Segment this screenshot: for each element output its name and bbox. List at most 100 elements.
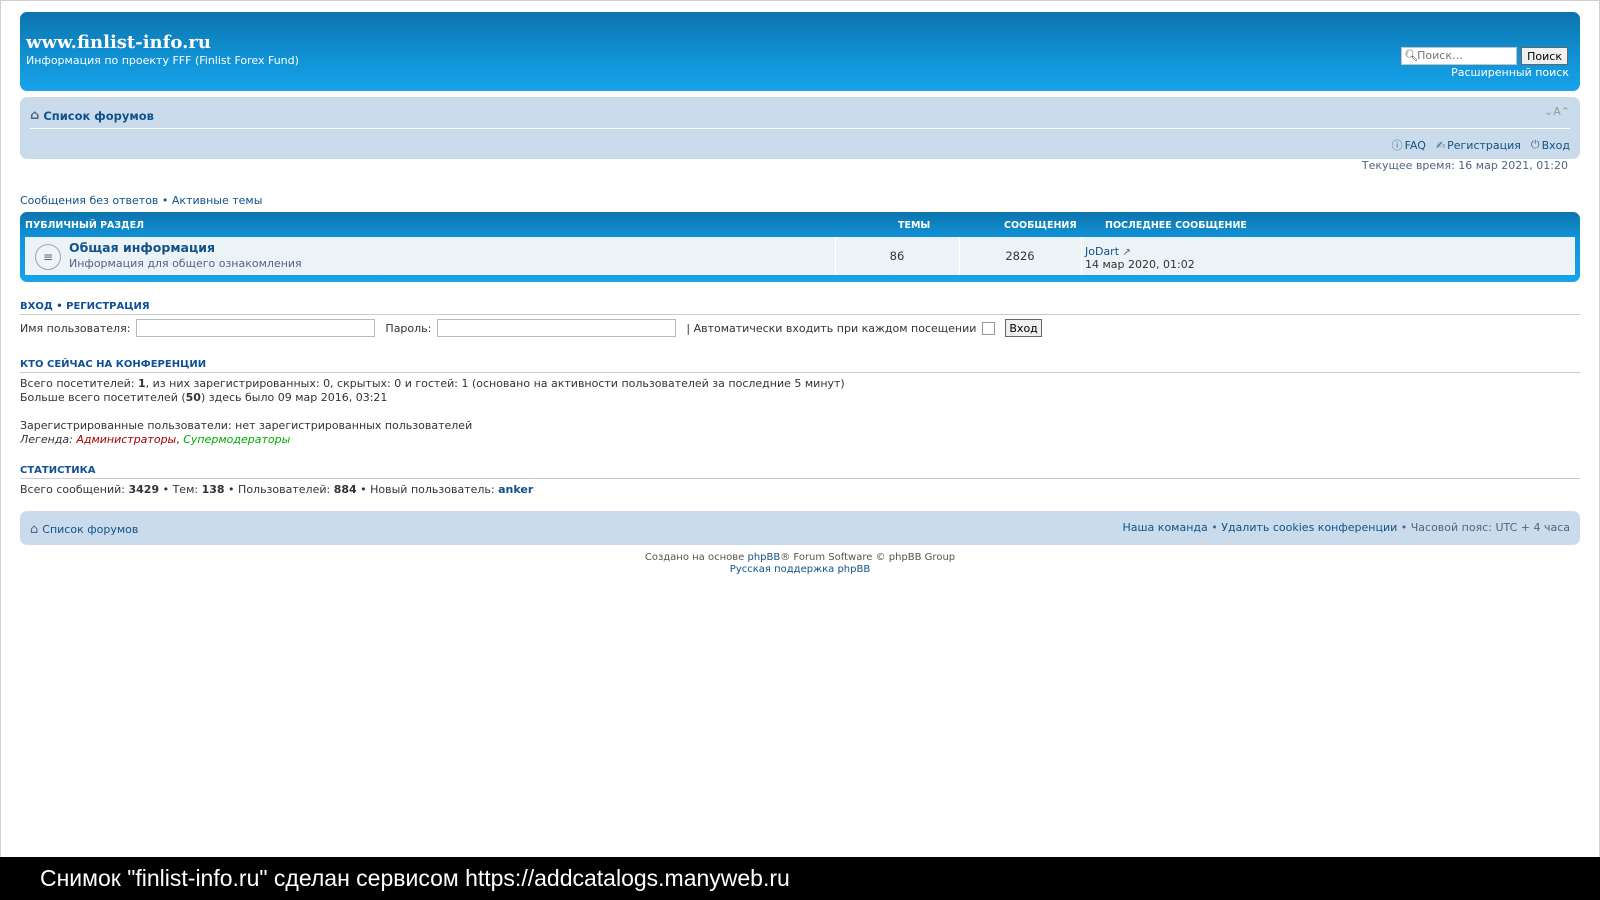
forum-table: ПУБЛИЧНЫЙ РАЗДЕЛ ТЕМЫ СООБЩЕНИЯ ПОСЛЕДНЕ…: [20, 212, 1580, 282]
login-link[interactable]: ⏻ Вход: [1531, 137, 1570, 153]
header-posts: СООБЩЕНИЯ: [1004, 220, 1077, 231]
autologin-checkbox[interactable]: [982, 321, 996, 335]
login-title-link[interactable]: ВХОД: [20, 301, 53, 312]
stats-section-title: СТАТИСТИКА: [20, 465, 96, 476]
stats-users-label: • Пользователей:: [224, 483, 334, 496]
search-button[interactable]: Поиск: [1521, 47, 1568, 65]
caption-bar: Снимок "finlist-info.ru" сделан сервисом…: [0, 857, 1600, 900]
autologin-label: | Автоматически входить при каждом посещ…: [686, 321, 977, 335]
forum-description: Информация для общего ознакомления: [69, 257, 302, 270]
screenshot-caption: Снимок "finlist-info.ru" сделан сервисом…: [40, 865, 790, 891]
footer-separator: •: [1207, 521, 1222, 534]
faq-link[interactable]: ⓘ FAQ: [1392, 137, 1426, 153]
online-record-label: Больше всего посетителей (: [20, 391, 186, 404]
footer-separator: •: [1397, 521, 1411, 534]
timezone-text: Часовой пояс: UTC + 4 часа: [1410, 521, 1570, 534]
powered-by-label: Создано на основе: [644, 552, 748, 563]
home-icon: ⌂: [30, 522, 39, 537]
forum-topics-count: 86: [889, 249, 905, 263]
username-field[interactable]: [136, 319, 376, 337]
font-size-toggle[interactable]: ⌄A⌃: [1544, 105, 1570, 118]
login-title-separator: •: [52, 301, 67, 312]
search-field[interactable]: 🔍︎: [1401, 47, 1518, 65]
login-label: Вход: [1541, 138, 1570, 152]
stats-posts-label: Всего сообщений:: [20, 483, 129, 496]
table-row: ≡ Общая информация Информация для общего…: [25, 237, 1575, 275]
advanced-search-link[interactable]: Расширенный поиск: [1451, 66, 1569, 79]
navbar-divider: [30, 128, 1570, 129]
active-topics-link[interactable]: Активные темы: [172, 194, 263, 207]
footer-links: Наша команда • Удалить cookies конференц…: [1122, 521, 1570, 534]
header-section: ПУБЛИЧНЫЙ РАЗДЕЛ: [25, 220, 144, 231]
register-link[interactable]: ✍ Регистрация: [1436, 137, 1521, 153]
stats-posts-count: 3429: [128, 483, 160, 496]
team-link[interactable]: Наша команда: [1122, 521, 1207, 534]
search-form: 🔍︎ Поиск: [1401, 47, 1568, 65]
online-total-line: Всего посетителей: 1, из них зарегистрир…: [20, 377, 845, 390]
navbar-links: ⓘ FAQ ✍ Регистрация ⏻ Вход: [1392, 137, 1570, 153]
online-section-title: КТО СЕЙЧАС НА КОНФЕРЕНЦИИ: [20, 359, 207, 370]
login-form: Имя пользователя: Пароль: | Автоматическ…: [20, 319, 1042, 337]
russian-support-link[interactable]: Русская поддержка phpBB: [730, 564, 870, 575]
help-icon: ⓘ: [1391, 139, 1403, 152]
newest-user-link[interactable]: anker: [498, 483, 533, 496]
registered-users-line: Зарегистрированные пользователи: нет зар…: [20, 419, 473, 432]
search-input[interactable]: [1417, 48, 1514, 62]
login-button[interactable]: Вход: [1005, 319, 1042, 337]
stats-line: Всего сообщений: 3429 • Тем: 138 • Польз…: [20, 483, 533, 496]
font-size-icon: ⌄: [1544, 105, 1554, 118]
forum-title-link[interactable]: Общая информация: [69, 240, 215, 255]
page: www.finlist-info.ru Информация по проект…: [20, 12, 1580, 575]
phpbb-link[interactable]: phpBB: [747, 552, 780, 563]
faq-label: FAQ: [1404, 138, 1426, 152]
footer-breadcrumb[interactable]: ⌂ Список форумов: [30, 522, 138, 537]
last-post-author-link[interactable]: JoDart: [1085, 245, 1119, 258]
header-topics: ТЕМЫ: [898, 220, 931, 231]
footer-navbar: ⌂ Список форумов Наша команда • Удалить …: [20, 511, 1580, 545]
site-description: Информация по проекту FFF (Finlist Forex…: [26, 54, 299, 67]
online-record-count: 50: [185, 391, 201, 404]
login-section-title: ВХОД • РЕГИСТРАЦИЯ: [20, 301, 150, 312]
stats-topics-count: 138: [201, 483, 225, 496]
register-label: Регистрация: [1447, 138, 1521, 152]
register-title-link[interactable]: РЕГИСТРАЦИЯ: [66, 301, 149, 312]
password-label: Пароль:: [385, 321, 432, 335]
current-time: Текущее время: 16 мар 2021, 01:20: [1361, 159, 1568, 172]
view-latest-post-icon[interactable]: ↗: [1123, 247, 1131, 258]
legend-label: Легенда:: [20, 433, 77, 446]
footer-home-link[interactable]: Список форумов: [42, 523, 138, 536]
legend-admins-link[interactable]: Администраторы: [76, 433, 176, 446]
site-title[interactable]: www.finlist-info.ru: [26, 32, 211, 53]
russian-support-line: Русская поддержка phpBB: [20, 564, 1580, 575]
section-divider: [20, 478, 1580, 479]
register-icon: ✍: [1435, 138, 1446, 152]
online-total-label: Всего посетителей:: [20, 377, 138, 390]
password-field[interactable]: [437, 319, 677, 337]
stats-topics-label: • Тем:: [159, 483, 202, 496]
username-label: Имя пользователя:: [20, 321, 131, 335]
online-record-date: ) здесь было 09 мар 2016, 03:21: [200, 391, 388, 404]
navbar: ⌂ Список форумов ⌄A⌃ ⓘ FAQ ✍ Регистрация ⏻…: [20, 97, 1580, 159]
font-size-up-icon: ⌃: [1560, 105, 1570, 118]
breadcrumb-home-link[interactable]: Список форумов: [43, 109, 154, 123]
last-post-info: JoDart ↗: [1085, 245, 1131, 258]
search-icon: 🔍︎: [1404, 49, 1419, 62]
forum-posts-count: 2826: [1005, 249, 1035, 263]
stats-newest-label: • Новый пользователь:: [356, 483, 499, 496]
home-icon: ⌂: [30, 108, 40, 123]
online-record-line: Больше всего посетителей (50) здесь было…: [20, 391, 387, 404]
last-post-date: 14 мар 2020, 01:02: [1085, 258, 1195, 271]
copyright-line: Создано на основе phpBB® Forum Software …: [20, 552, 1580, 563]
legend-supermods-link[interactable]: Супермодераторы: [183, 433, 290, 446]
powered-by-suffix: ® Forum Software © phpBB Group: [780, 552, 956, 563]
breadcrumb[interactable]: ⌂ Список форумов: [30, 108, 154, 123]
legend-line: Легенда: Администраторы, Супермодераторы: [20, 433, 290, 446]
stats-users-count: 884: [333, 483, 357, 496]
quick-links-separator: •: [158, 194, 172, 207]
header-last-post: ПОСЛЕДНЕЕ СООБЩЕНИЕ: [1105, 220, 1247, 231]
delete-cookies-link[interactable]: Удалить cookies конференции: [1221, 521, 1397, 534]
cell-divider: [1081, 237, 1082, 275]
unanswered-posts-link[interactable]: Сообщения без ответов: [20, 194, 158, 207]
online-total-details: , из них зарегистрированных: 0, скрытых:…: [145, 377, 845, 390]
section-divider: [20, 372, 1580, 373]
